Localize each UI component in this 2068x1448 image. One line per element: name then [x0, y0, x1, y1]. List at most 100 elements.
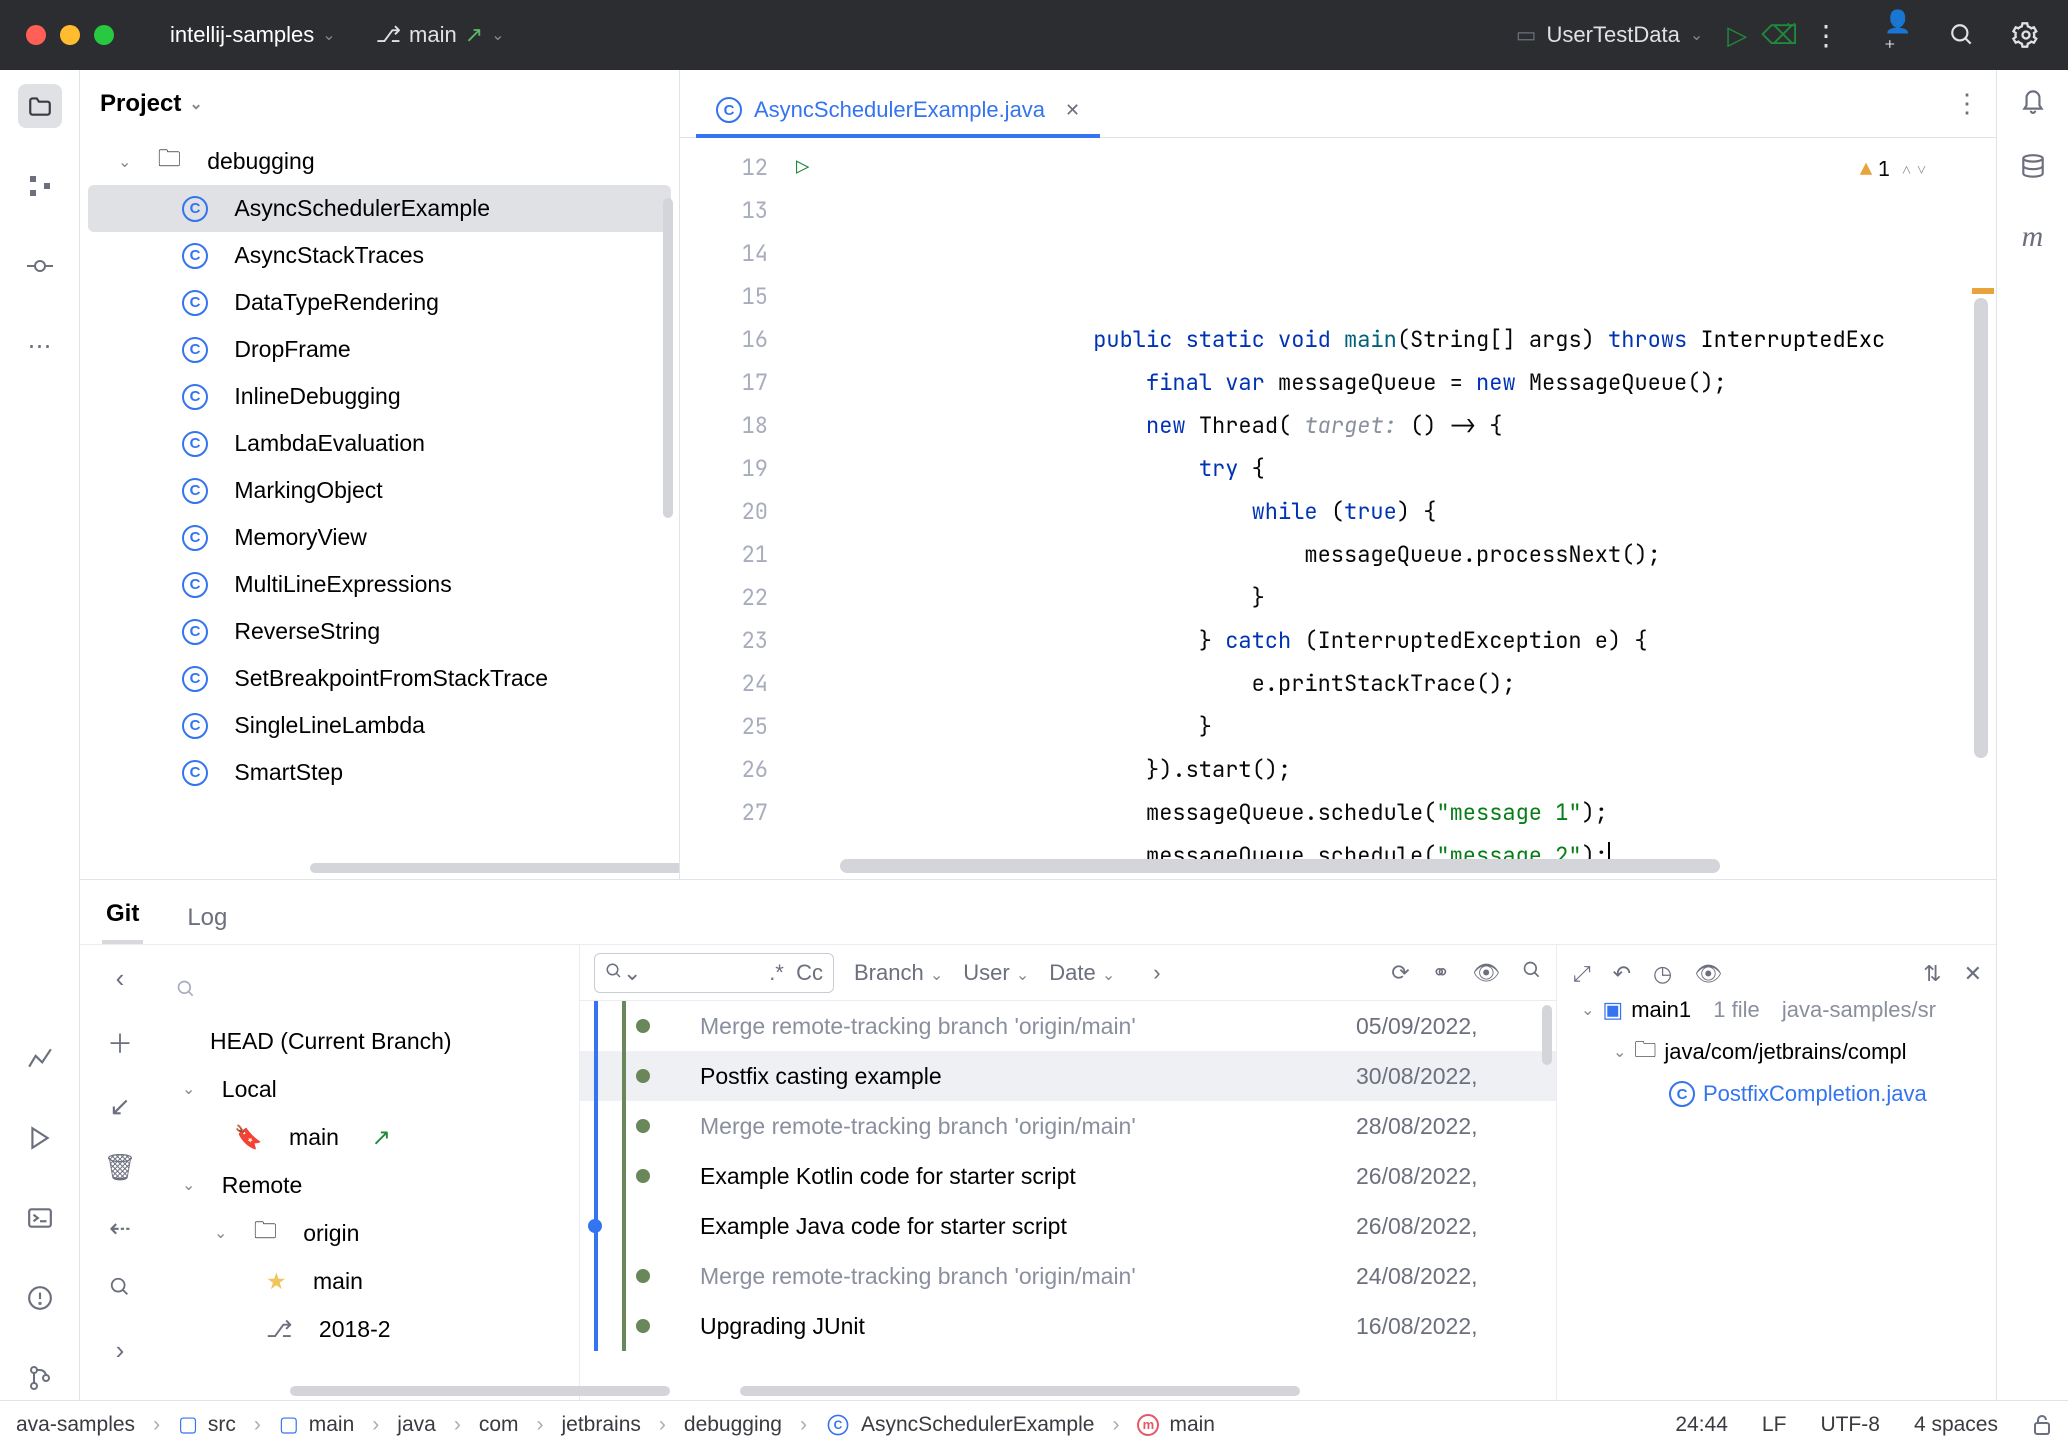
commit-tool-button[interactable]	[18, 244, 62, 288]
structure-tool-button[interactable]	[18, 164, 62, 208]
collapse-icon[interactable]: ‹	[116, 963, 125, 994]
line-number[interactable]: 13	[680, 189, 768, 232]
editor-horizontal-scrollbar[interactable]	[840, 859, 1720, 873]
changed-file-row[interactable]: C PostfixCompletion.java	[1573, 1081, 1996, 1107]
case-toggle[interactable]: Cc	[796, 960, 823, 985]
tree-file-row[interactable]: C AsyncSchedulerExample	[88, 185, 671, 232]
more-actions-button[interactable]: ⋮	[1812, 19, 1840, 52]
tree-file-row[interactable]: C SmartStep	[80, 749, 679, 796]
log-vertical-scrollbar[interactable]	[1542, 1005, 1552, 1065]
commit-row[interactable]: Example Java code for starter script26/0…	[580, 1201, 1556, 1251]
debug-button[interactable]: ⌫̆	[1761, 20, 1798, 51]
fetch-icon[interactable]: ⇠	[109, 1213, 131, 1244]
run-line-icon[interactable]: ▷	[796, 153, 809, 182]
notifications-icon[interactable]	[2020, 86, 2046, 119]
commit-row[interactable]: Merge remote-tracking branch 'origin/mai…	[580, 1251, 1556, 1301]
line-number[interactable]: 14	[680, 232, 768, 275]
branches-search[interactable]	[160, 961, 579, 1017]
breadcrumb-item[interactable]: com	[479, 1413, 519, 1437]
run-button[interactable]: ▷	[1727, 20, 1747, 51]
readonly-lock-icon[interactable]	[2032, 1414, 2052, 1436]
search-icon[interactable]	[109, 1274, 131, 1305]
database-icon[interactable]	[2020, 153, 2046, 186]
line-number[interactable]: 22	[680, 576, 768, 619]
tree-horizontal-scrollbar[interactable]	[310, 863, 679, 873]
line-number[interactable]: 27	[680, 791, 768, 834]
commit-row[interactable]: Upgrading JUnit16/08/2022,	[580, 1301, 1556, 1351]
close-tab-icon[interactable]: ✕	[1065, 100, 1080, 121]
commit-row[interactable]: Merge remote-tracking branch 'origin/mai…	[580, 1001, 1556, 1051]
branch-row[interactable]: ★ main	[160, 1257, 579, 1305]
maven-icon[interactable]: m	[2022, 220, 2044, 254]
eye-icon[interactable]: 👁	[1472, 960, 1500, 986]
settings-icon[interactable]	[2012, 21, 2040, 49]
tree-file-row[interactable]: C MemoryView	[80, 514, 679, 561]
line-number[interactable]: 18	[680, 404, 768, 447]
line-number[interactable]: 25	[680, 705, 768, 748]
project-tool-button[interactable]	[18, 84, 62, 128]
details-history-icon[interactable]: ◷	[1653, 961, 1672, 987]
encoding[interactable]: UTF-8	[1820, 1413, 1880, 1437]
search-everywhere-icon[interactable]	[1948, 21, 1976, 49]
editor-vertical-scrollbar[interactable]	[1974, 298, 1988, 758]
line-number[interactable]: 24	[680, 662, 768, 705]
details-close-icon[interactable]: ✕	[1964, 961, 1982, 987]
refresh-icon[interactable]: ⟳	[1391, 960, 1409, 986]
problems-tool-button[interactable]	[18, 1276, 62, 1320]
commit-row[interactable]: Example Kotlin code for starter script26…	[580, 1151, 1556, 1201]
breadcrumb-item[interactable]: main	[309, 1413, 355, 1437]
commit-row[interactable]: Merge remote-tracking branch 'origin/mai…	[580, 1101, 1556, 1151]
window-close[interactable]	[26, 25, 46, 45]
head-row[interactable]: HEAD (Current Branch)	[160, 1017, 579, 1065]
window-zoom[interactable]	[94, 25, 114, 45]
go-to-hash-icon[interactable]: ›	[1153, 960, 1160, 986]
indent[interactable]: 4 spaces	[1914, 1413, 1998, 1437]
details-preview-icon[interactable]: 👁	[1694, 961, 1722, 987]
tree-file-row[interactable]: C SingleLineLambda	[80, 702, 679, 749]
remote-origin[interactable]: ⌄ 🗀 origin	[160, 1209, 579, 1257]
more-tool-button[interactable]: ⋯	[18, 324, 62, 368]
project-tree[interactable]: ⌄ 🗀 debugging C AsyncSchedulerExampleC A…	[80, 138, 679, 879]
chevron-down-icon[interactable]: ⌄	[118, 152, 131, 172]
commit-list[interactable]: Merge remote-tracking branch 'origin/mai…	[580, 1001, 1556, 1400]
tree-file-row[interactable]: C MultiLineExpressions	[80, 561, 679, 608]
search-icon[interactable]	[1522, 960, 1542, 986]
line-number[interactable]: 26	[680, 748, 768, 791]
tree-file-row[interactable]: C SetBreakpointFromStackTrace	[80, 655, 679, 702]
line-number[interactable]: 19	[680, 447, 768, 490]
breadcrumb-item[interactable]: jetbrains	[562, 1413, 641, 1437]
project-selector[interactable]: intellij-samples ⌄	[170, 22, 336, 48]
filter-date[interactable]: Date ⌄	[1049, 960, 1115, 986]
chevron-down-icon[interactable]: ˅	[1917, 148, 1926, 191]
breadcrumb-item[interactable]: AsyncSchedulerExample	[861, 1413, 1094, 1437]
tree-file-row[interactable]: C DataTypeRendering	[80, 279, 679, 326]
line-number[interactable]: 20	[680, 490, 768, 533]
breadcrumb-item[interactable]: main	[1169, 1413, 1215, 1437]
branch-row[interactable]: 🔖 main ↗	[160, 1113, 579, 1161]
tree-vertical-scrollbar[interactable]	[663, 198, 673, 518]
details-nav-icon[interactable]: ⤢	[1573, 961, 1591, 987]
update-icon[interactable]: ↙	[109, 1091, 131, 1122]
tree-file-row[interactable]: C InlineDebugging	[80, 373, 679, 420]
filter-user[interactable]: User ⌄	[963, 960, 1029, 986]
breadcrumbs[interactable]: ava-samples›▢ src›▢ main›java›com›jetbra…	[16, 1412, 1215, 1438]
breadcrumb-item[interactable]: debugging	[684, 1413, 782, 1437]
vcs-tab-git[interactable]: Git	[102, 888, 143, 944]
tree-folder-row[interactable]: ⌄ 🗀 debugging	[80, 138, 679, 185]
editor-gutter[interactable]: 12131415161718192021222324252627	[680, 138, 796, 879]
delete-icon[interactable]: 🗑	[103, 1152, 136, 1183]
tree-file-row[interactable]: C MarkingObject	[80, 467, 679, 514]
tree-file-row[interactable]: C AsyncStackTraces	[80, 232, 679, 279]
commit-row[interactable]: Postfix casting example30/08/2022,	[580, 1051, 1556, 1101]
editor-code[interactable]: ▲ 1 ˄ ˅ public static void main(String[]…	[836, 138, 1996, 879]
vcs-tool-button[interactable]	[18, 1356, 62, 1400]
log-search[interactable]: ⌄ .* Cc	[594, 953, 834, 993]
overview-mark-warning[interactable]	[1972, 288, 1994, 294]
line-number[interactable]: 15	[680, 275, 768, 318]
local-group[interactable]: ⌄ Local	[160, 1065, 579, 1113]
tree-file-row[interactable]: C DropFrame	[80, 326, 679, 373]
regex-toggle[interactable]: .*	[769, 960, 784, 985]
run-gutter[interactable]: ▷	[796, 138, 836, 879]
tree-file-row[interactable]: C LambdaEvaluation	[80, 420, 679, 467]
run-tool-button[interactable]	[18, 1116, 62, 1160]
